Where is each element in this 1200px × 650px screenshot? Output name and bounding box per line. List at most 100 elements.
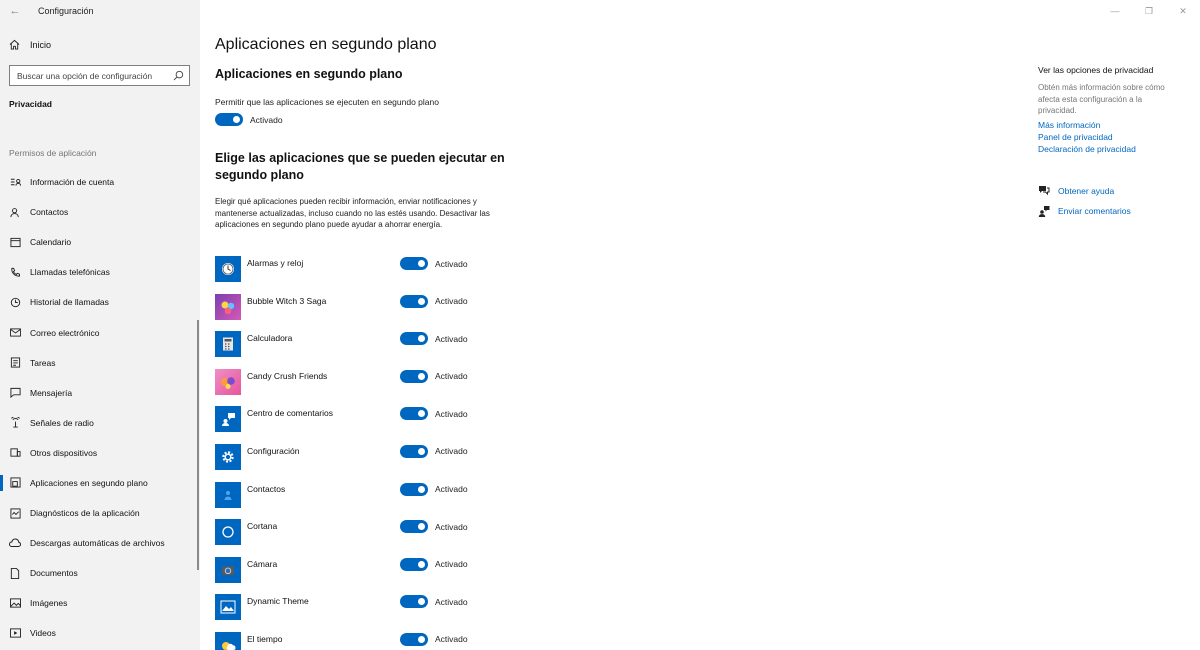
toggle-state: Activado xyxy=(435,446,468,457)
sidebar-item-label: Descargas automáticas de archivos xyxy=(30,538,165,549)
app-name: Candy Crush Friends xyxy=(247,370,328,381)
home-icon xyxy=(9,39,20,50)
maximize-icon[interactable]: ❐ xyxy=(1132,0,1166,22)
calendar-icon xyxy=(9,236,21,248)
app-toggle-row: Activado xyxy=(400,257,468,270)
get-help-link[interactable]: Obtener ayuda xyxy=(1038,185,1114,196)
contacts-icon xyxy=(9,206,21,218)
app-row-people: Contactos Activado xyxy=(215,481,515,520)
app-name: Bubble Witch 3 Saga xyxy=(247,295,327,306)
sidebar-item-label: Imágenes xyxy=(30,598,68,609)
app-toggle[interactable] xyxy=(400,520,428,534)
choose-apps-heading: Elige las aplicaciones que se pueden eje… xyxy=(215,151,505,182)
app-toggle[interactable] xyxy=(400,632,428,646)
cortana-icon xyxy=(215,519,241,546)
app-name: Alarmas y reloj xyxy=(247,258,304,268)
sidebar-item-app-diagnostics[interactable]: Diagnósticos de la aplicación xyxy=(0,498,200,528)
app-name: Cortana xyxy=(247,521,278,532)
sidebar-item-background-apps[interactable]: Aplicaciones en segundo plano xyxy=(0,468,200,498)
privacy-dashboard-link[interactable]: Panel de privacidad xyxy=(1038,132,1113,142)
sidebar-item-account-info[interactable]: Información de cuenta xyxy=(0,167,200,197)
sidebar-item-label: Contactos xyxy=(30,207,69,218)
toggle-state: Activado xyxy=(435,258,468,269)
close-icon[interactable]: ✕ xyxy=(1166,0,1200,22)
sidebar-nav: Información de cuenta Contactos Calendar… xyxy=(0,167,200,649)
sidebar-item-messaging[interactable]: Mensajería xyxy=(0,378,200,408)
help-chat-icon xyxy=(1039,186,1050,196)
app-toggle[interactable] xyxy=(400,332,428,346)
home-link[interactable]: Inicio xyxy=(9,39,51,50)
sidebar: ← Configuración Inicio Privacidad Permis… xyxy=(0,0,200,650)
app-name: Cámara xyxy=(247,558,278,569)
app-name: Dynamic Theme xyxy=(247,596,309,607)
mail-icon xyxy=(9,327,21,339)
app-row-candy-crush: Candy Crush Friends Activado xyxy=(215,368,515,407)
choose-apps-description: Elegir qué aplicaciones pueden recibir i… xyxy=(215,197,490,229)
account-info-icon xyxy=(9,176,21,188)
allow-background-toggle[interactable] xyxy=(215,113,243,126)
sidebar-item-videos[interactable]: Videos xyxy=(0,618,200,648)
app-row-feedback-hub: Centro de comentarios Activado xyxy=(215,406,515,444)
app-toggle-row: Activado xyxy=(400,482,468,496)
toggle-state: Activado xyxy=(435,559,468,570)
app-row-bubble-witch: Bubble Witch 3 Saga Activado xyxy=(215,293,515,332)
settings-gear-icon xyxy=(215,443,241,470)
toggle-state: Activado xyxy=(435,484,468,495)
back-arrow-icon[interactable]: ← xyxy=(0,0,30,22)
sidebar-item-label: Historial de llamadas xyxy=(30,297,109,308)
app-toggle[interactable] xyxy=(400,482,428,496)
app-toggle[interactable] xyxy=(400,369,428,383)
app-name: Contactos xyxy=(247,483,286,494)
sidebar-item-label: Calendario xyxy=(30,237,72,248)
send-feedback-link[interactable]: Enviar comentarios xyxy=(1038,205,1131,217)
app-row-alarms: Alarmas y reloj Activado xyxy=(215,256,515,294)
sidebar-item-label: Diagnósticos de la aplicación xyxy=(30,508,140,519)
sidebar-item-phone-calls[interactable]: Llamadas telefónicas xyxy=(0,257,200,287)
sidebar-item-call-history[interactable]: Historial de llamadas xyxy=(0,287,200,317)
app-toggle-row: Activado xyxy=(400,520,468,534)
sidebar-scrollbar[interactable] xyxy=(197,320,199,570)
send-feedback-label: Enviar comentarios xyxy=(1058,206,1131,216)
search-icon[interactable] xyxy=(173,70,184,81)
more-info-link[interactable]: Más información xyxy=(1038,120,1100,130)
app-toggle[interactable] xyxy=(400,595,428,609)
sidebar-item-email[interactable]: Correo electrónico xyxy=(0,317,200,347)
search-box[interactable] xyxy=(9,65,190,86)
history-icon xyxy=(9,296,21,308)
app-toggle[interactable] xyxy=(400,294,428,308)
minimize-icon[interactable]: — xyxy=(1098,0,1132,22)
bubble-witch-icon xyxy=(215,293,241,320)
toggle-state: Activado xyxy=(435,408,468,419)
sidebar-item-contacts[interactable]: Contactos xyxy=(0,197,200,227)
privacy-options-heading: Ver las opciones de privacidad xyxy=(1038,65,1154,75)
app-toggle-row: Activado xyxy=(400,595,468,609)
app-toggle-row: Activado xyxy=(400,557,468,571)
privacy-statement-link[interactable]: Declaración de privacidad xyxy=(1038,144,1136,154)
tasks-icon xyxy=(9,357,21,369)
toggle-state: Activado xyxy=(435,521,468,532)
app-toggle[interactable] xyxy=(400,257,428,270)
app-row-settings: Configuración Activado xyxy=(215,443,515,482)
sidebar-item-auto-downloads[interactable]: Descargas automáticas de archivos xyxy=(0,528,200,558)
app-toggle[interactable] xyxy=(400,557,428,571)
sidebar-item-label: Aplicaciones en segundo plano xyxy=(30,477,148,488)
sidebar-item-other-devices[interactable]: Otros dispositivos xyxy=(0,438,200,468)
app-toggle[interactable] xyxy=(400,444,428,458)
sidebar-item-calendar[interactable]: Calendario xyxy=(0,227,200,257)
privacy-options-description: Obtén más información sobre cómo afecta … xyxy=(1038,83,1165,115)
search-input[interactable] xyxy=(17,70,167,81)
phone-icon xyxy=(9,266,21,278)
app-toggle-row: Activado xyxy=(400,332,468,346)
sidebar-item-label: Videos xyxy=(30,628,56,639)
messaging-icon xyxy=(9,387,21,399)
app-toggle[interactable] xyxy=(400,407,428,421)
sidebar-item-documents[interactable]: Documentos xyxy=(0,558,200,588)
sidebar-item-images[interactable]: Imágenes xyxy=(0,588,200,618)
sidebar-item-label: Señales de radio xyxy=(30,417,94,428)
sidebar-item-label: Llamadas telefónicas xyxy=(30,267,110,278)
app-row-calculator: Calculadora Activado xyxy=(215,331,515,369)
app-row-camera: Cámara Activado xyxy=(215,556,515,595)
sidebar-item-radio[interactable]: Señales de radio xyxy=(0,408,200,438)
diagnostics-icon xyxy=(9,507,21,519)
sidebar-item-tasks[interactable]: Tareas xyxy=(0,348,200,378)
